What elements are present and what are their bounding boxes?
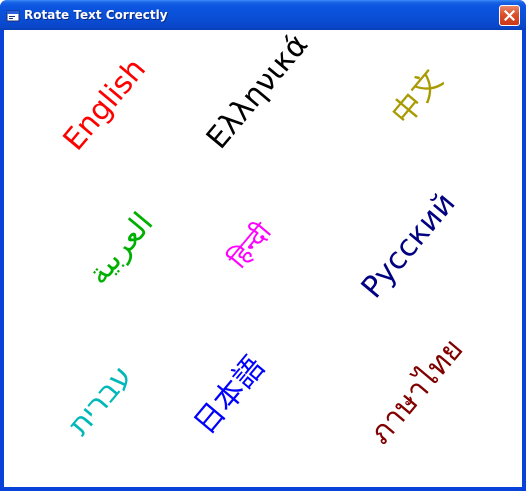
- label-russian: Русский: [354, 186, 463, 306]
- label-hebrew: עברית: [60, 358, 139, 443]
- close-icon: [504, 10, 515, 21]
- window-title: Rotate Text Correctly: [24, 8, 168, 22]
- app-window: Rotate Text Correctly English Ελληνικά 中…: [0, 0, 526, 491]
- label-chinese: 中文: [384, 63, 451, 132]
- label-arabic: العربية: [80, 206, 161, 292]
- client-area: English Ελληνικά 中文 العربية हिन्दी Русск…: [4, 27, 522, 487]
- label-hindi: हिन्दी: [222, 217, 278, 275]
- label-greek: Ελληνικά: [199, 27, 316, 156]
- label-english: English: [56, 51, 154, 158]
- title-bar[interactable]: Rotate Text Correctly: [0, 0, 526, 30]
- app-window-icon[interactable]: [6, 8, 20, 22]
- label-thai: ภาษาไทย: [362, 332, 471, 452]
- close-button[interactable]: [499, 5, 520, 26]
- label-japanese: 日本語: [187, 349, 272, 442]
